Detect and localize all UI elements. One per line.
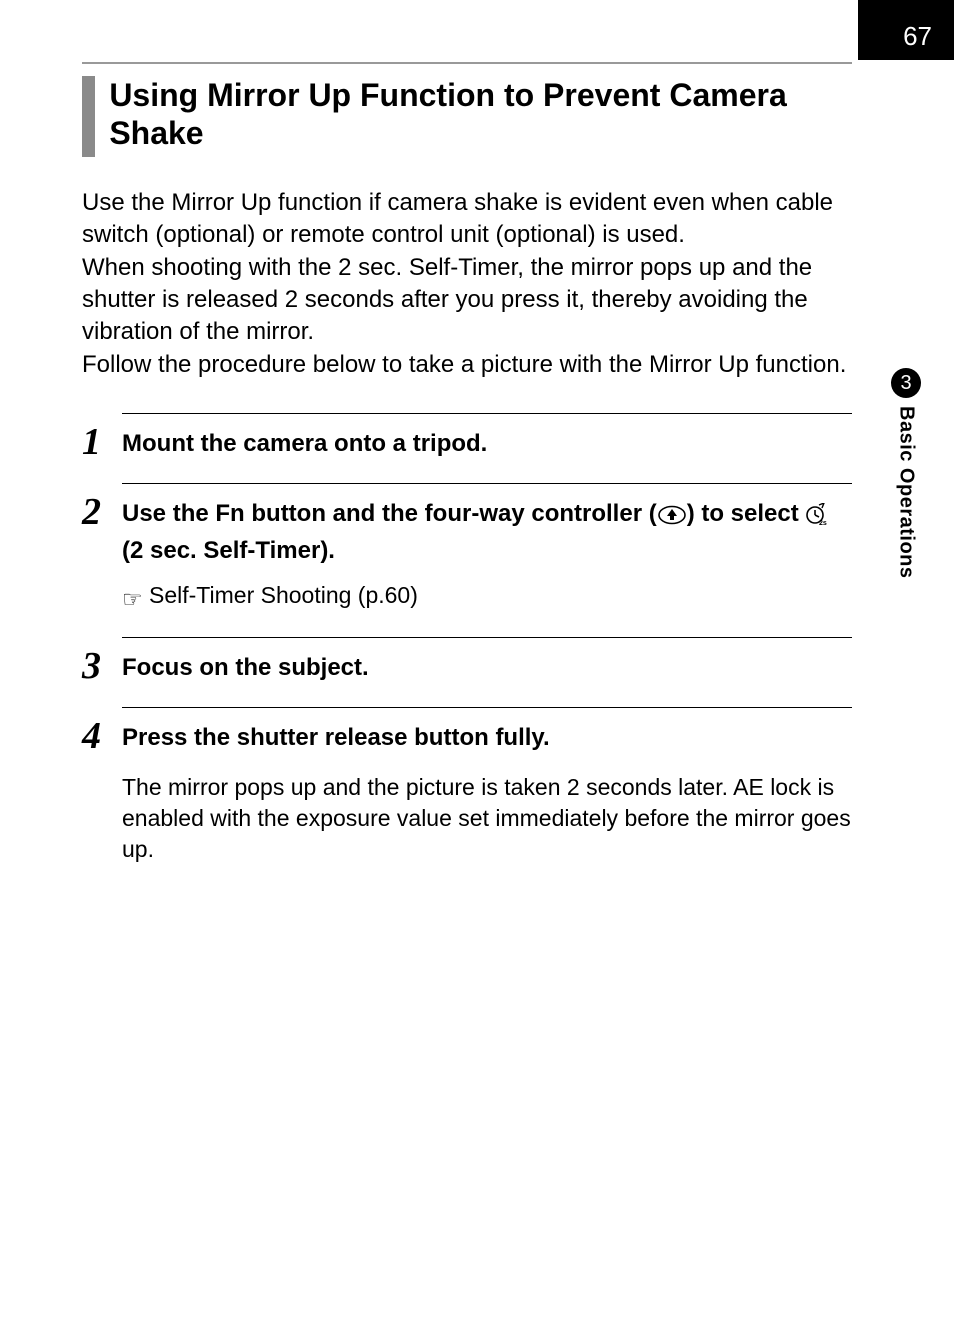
intro-paragraph-2: When shooting with the 2 sec. Self-Timer… — [82, 252, 852, 349]
step-body: Focus on the subject. — [122, 637, 852, 684]
intro-paragraph-1: Use the Mirror Up function if camera sha… — [82, 187, 852, 252]
fn-button-label: Fn — [215, 500, 244, 527]
section-label: Basic Operations — [895, 406, 918, 579]
crossref-text: Self-Timer Shooting (p.60) — [143, 582, 418, 608]
step-title: Focus on the subject. — [122, 652, 852, 684]
up-arrow-in-oval-icon — [657, 502, 687, 534]
step-crossref: ☞ Self-Timer Shooting (p.60) — [122, 581, 852, 615]
page-number-box: 67 — [858, 0, 954, 60]
chapter-number: 3 — [900, 372, 911, 395]
step-4: 4 Press the shutter release button fully… — [82, 707, 852, 866]
intro-text: Use the Mirror Up function if camera sha… — [82, 187, 852, 381]
page-number: 67 — [903, 21, 932, 52]
step-number: 2 — [82, 483, 122, 531]
self-timer-2s-icon: 2s — [805, 502, 827, 534]
steps-list: 1 Mount the camera onto a tripod. 2 Use … — [82, 413, 852, 865]
step-number: 1 — [82, 413, 122, 461]
step-title-part: Use the — [122, 500, 215, 527]
intro-paragraph-3: Follow the procedure below to take a pic… — [82, 349, 852, 381]
manual-page: 67 3 Basic Operations Using Mirror Up Fu… — [0, 0, 954, 1329]
step-body: Mount the camera onto a tripod. — [122, 413, 852, 460]
step-title-part: button and the four-way controller ( — [245, 500, 657, 527]
step-3: 3 Focus on the subject. — [82, 637, 852, 685]
step-title: Mount the camera onto a tripod. — [122, 428, 852, 460]
pointing-hand-icon: ☞ — [122, 585, 143, 615]
step-title-part: ) to select — [687, 500, 806, 527]
step-title: Press the shutter release button fully. — [122, 722, 852, 754]
svg-text:2s: 2s — [819, 520, 827, 525]
step-body: Press the shutter release button fully. … — [122, 707, 852, 866]
step-body: Use the Fn button and the four-way contr… — [122, 483, 852, 615]
content-area: Using Mirror Up Function to Prevent Came… — [82, 62, 852, 887]
section-heading: Using Mirror Up Function to Prevent Came… — [109, 76, 852, 157]
step-title: Use the Fn button and the four-way contr… — [122, 498, 852, 567]
step-number: 4 — [82, 707, 122, 755]
step-title-part: (2 sec. Self-Timer). — [122, 537, 335, 564]
heading-accent-bar — [82, 76, 95, 157]
step-1: 1 Mount the camera onto a tripod. — [82, 413, 852, 461]
step-2: 2 Use the Fn button and the four-way con… — [82, 483, 852, 615]
heading-block: Using Mirror Up Function to Prevent Came… — [82, 62, 852, 157]
step-description: The mirror pops up and the picture is ta… — [122, 772, 852, 865]
step-number: 3 — [82, 637, 122, 685]
side-tab: 3 Basic Operations — [883, 368, 929, 579]
chapter-number-badge: 3 — [891, 368, 921, 398]
